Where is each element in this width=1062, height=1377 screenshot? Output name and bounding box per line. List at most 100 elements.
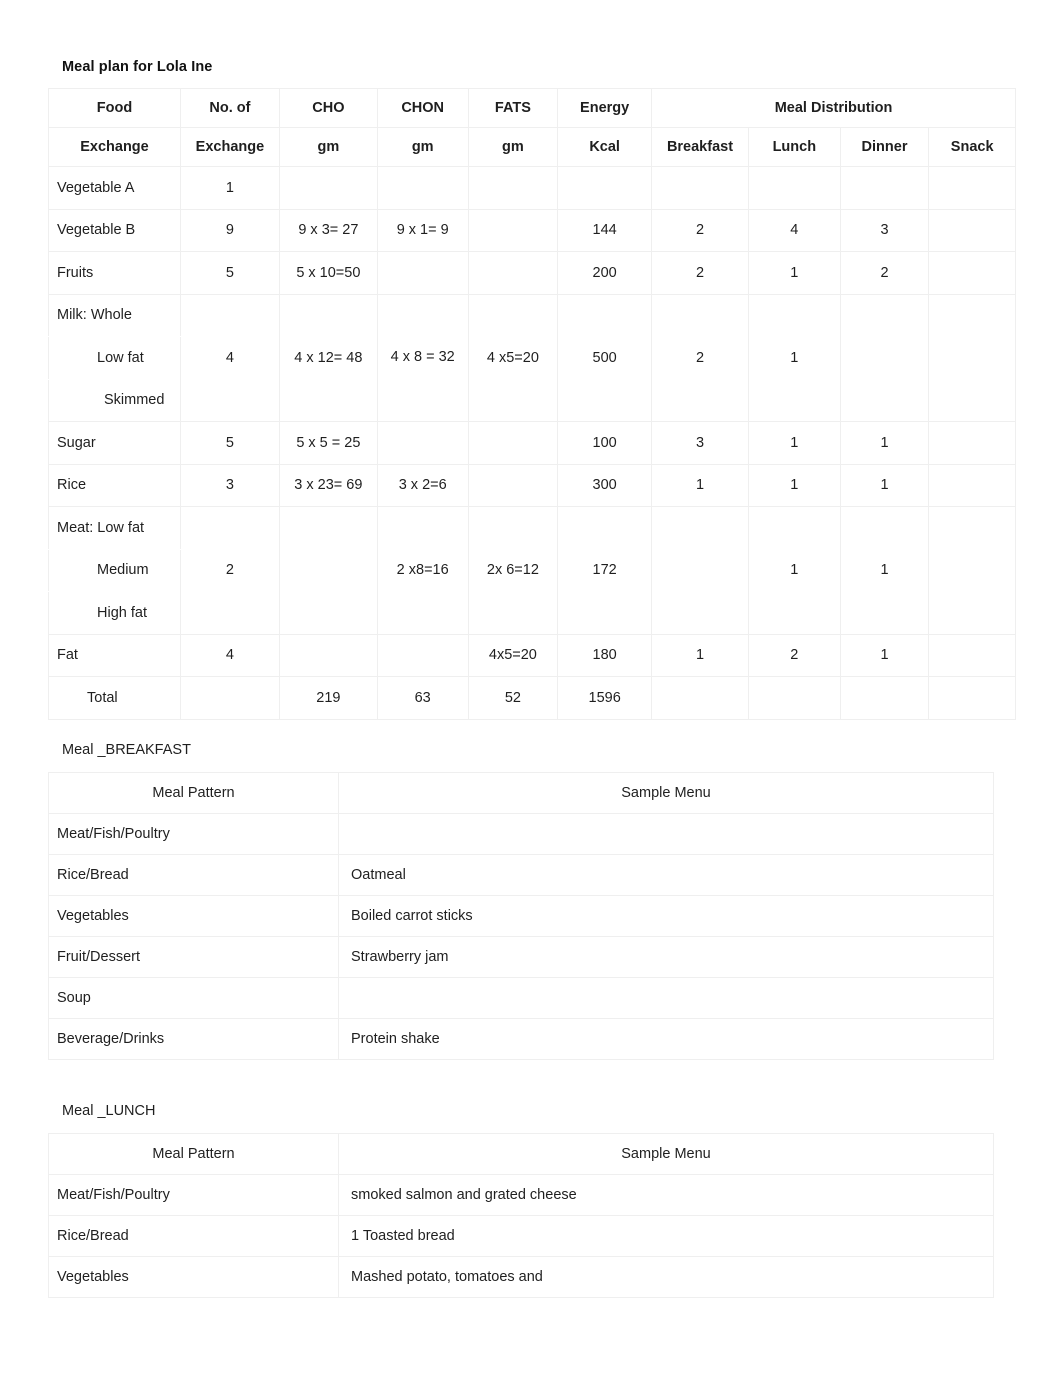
- cell-snack: [928, 506, 1016, 635]
- breakfast-table: Meal Pattern Sample Menu Meat/Fish/Poult…: [48, 772, 994, 1060]
- cell-meal-pattern: Meat/Fish/Poultry: [48, 1174, 339, 1216]
- cell-exchange: 4: [179, 633, 280, 677]
- cell-sample-menu: Mashed potato, tomatoes and: [338, 1256, 994, 1298]
- cell-dinner: 1: [839, 463, 930, 507]
- table-row: Rice/Bread 1 Toasted bread: [48, 1215, 994, 1257]
- cell-chon: [376, 421, 469, 465]
- cell-energy: [557, 166, 653, 210]
- header-fats-gm: gm: [467, 127, 559, 167]
- cell-breakfast: 2: [651, 251, 749, 295]
- table-row: Fruit/Dessert Strawberry jam: [48, 936, 994, 978]
- cell-food: Fat: [48, 633, 181, 677]
- cell-fats: [467, 166, 559, 210]
- header-no-of-exchange: Exchange: [179, 127, 280, 167]
- cell-chon: 3 x 2=6: [376, 463, 469, 507]
- cell-snack: [928, 633, 1016, 677]
- cell-chon: 2 x8=16: [376, 506, 469, 635]
- cell-exchange: 5: [179, 421, 280, 465]
- table-header-row: Meal Pattern Sample Menu: [48, 772, 994, 814]
- cell-fats: 2x 6=12: [467, 506, 559, 635]
- cell-sample-menu: Boiled carrot sticks: [338, 895, 994, 937]
- cell-sample-menu: [338, 977, 994, 1019]
- cell-snack: [928, 463, 1016, 507]
- header-no-of: No. of: [179, 88, 280, 128]
- cell-energy: 172: [557, 506, 653, 635]
- cell-chon: [376, 166, 469, 210]
- cell-energy: 200: [557, 251, 653, 295]
- cell-food: Vegetable B: [48, 208, 181, 252]
- cell-cho: 5 x 5 = 25: [278, 421, 378, 465]
- header-fats: FATS: [467, 88, 559, 128]
- cell-dinner: 1: [839, 633, 930, 677]
- cell-lunch: 1: [747, 421, 841, 465]
- cell-breakfast: 1: [651, 463, 749, 507]
- cell-dinner: [839, 166, 930, 210]
- cell-sample-menu: Strawberry jam: [338, 936, 994, 978]
- table-row: Beverage/Drinks Protein shake: [48, 1018, 994, 1060]
- cell-cho: [278, 633, 378, 677]
- header-sample-menu: Sample Menu: [338, 772, 994, 814]
- cell-exchange: 2: [179, 506, 280, 635]
- cell-fats: [467, 421, 559, 465]
- table-row: Soup: [48, 977, 994, 1019]
- cell-food-sub: Low fat: [48, 336, 181, 380]
- cell-lunch: [747, 166, 841, 210]
- cell-fats: [467, 208, 559, 252]
- cell-cho: [278, 506, 378, 635]
- cell-breakfast: [651, 166, 749, 210]
- table-row: Meat/Fish/Poultry smoked salmon and grat…: [48, 1174, 994, 1216]
- cell-total-breakfast: [651, 676, 749, 720]
- cell-total-label: Total: [48, 676, 181, 720]
- cell-total-cho: 219: [278, 676, 378, 720]
- cell-energy: 100: [557, 421, 653, 465]
- table-header-row: Meal Pattern Sample Menu: [48, 1133, 994, 1175]
- header-energy: Energy: [557, 88, 653, 128]
- cell-snack: [928, 208, 1016, 252]
- cell-sample-menu: Oatmeal: [338, 854, 994, 896]
- cell-breakfast: 2: [651, 293, 749, 422]
- cell-total-fats: 52: [467, 676, 559, 720]
- lunch-table: Meal Pattern Sample Menu Meat/Fish/Poult…: [48, 1133, 994, 1298]
- table-row: Milk: Whole 4 4 x 12= 48 4 x 8 = 32 4 x5…: [48, 293, 1016, 422]
- document-page: Meal plan for Lola Ine Food No. of CHO C…: [0, 0, 1062, 1377]
- cell-lunch: 4: [747, 208, 841, 252]
- table-row: Vegetable B 9 9 x 3= 27 9 x 1= 9 144 2 4…: [48, 208, 1016, 252]
- cell-food: Sugar: [48, 421, 181, 465]
- cell-exchange: 3: [179, 463, 280, 507]
- header-food-exchange: Exchange: [48, 127, 181, 167]
- cell-sample-menu: 1 Toasted bread: [338, 1215, 994, 1257]
- cell-snack: [928, 293, 1016, 422]
- header-sample-menu: Sample Menu: [338, 1133, 994, 1175]
- cell-meal-pattern: Meat/Fish/Poultry: [48, 813, 339, 855]
- cell-chon: 9 x 1= 9: [376, 208, 469, 252]
- cell-total-lunch: [747, 676, 841, 720]
- cell-meal-pattern: Vegetables: [48, 895, 339, 937]
- table-total-row: Total 219 63 52 1596: [48, 676, 1016, 720]
- cell-cho: 4 x 12= 48: [278, 293, 378, 422]
- cell-lunch: 1: [747, 463, 841, 507]
- cell-sample-menu: [338, 813, 994, 855]
- cell-fats: 4x5=20: [467, 633, 559, 677]
- cell-chon: [376, 633, 469, 677]
- cell-energy: 300: [557, 463, 653, 507]
- cell-energy: 180: [557, 633, 653, 677]
- cell-total-exchange: [179, 676, 280, 720]
- cell-chon: 4 x 8 = 32: [376, 293, 469, 422]
- cell-food-sub: Medium: [48, 548, 181, 592]
- food-exchange-table: Food No. of CHO CHON FATS Energy Meal Di…: [48, 88, 1016, 720]
- cell-dinner: [839, 293, 930, 422]
- header-cho-gm: gm: [278, 127, 378, 167]
- cell-total-snack: [928, 676, 1016, 720]
- cell-meal-pattern: Rice/Bread: [48, 854, 339, 896]
- cell-breakfast: 3: [651, 421, 749, 465]
- cell-cho: 9 x 3= 27: [278, 208, 378, 252]
- cell-lunch: 1: [747, 506, 841, 635]
- table-row: Meat: Low fat 2 2 x8=16 2x 6=12 172 1 1: [48, 506, 1016, 635]
- cell-exchange: 9: [179, 208, 280, 252]
- cell-breakfast: 1: [651, 633, 749, 677]
- header-chon: CHON: [376, 88, 469, 128]
- cell-exchange: 5: [179, 251, 280, 295]
- table-header-row-2: Exchange Exchange gm gm gm Kcal Breakfas…: [48, 127, 1016, 167]
- cell-meal-pattern: Soup: [48, 977, 339, 1019]
- table-row: Vegetable A 1: [48, 166, 1016, 210]
